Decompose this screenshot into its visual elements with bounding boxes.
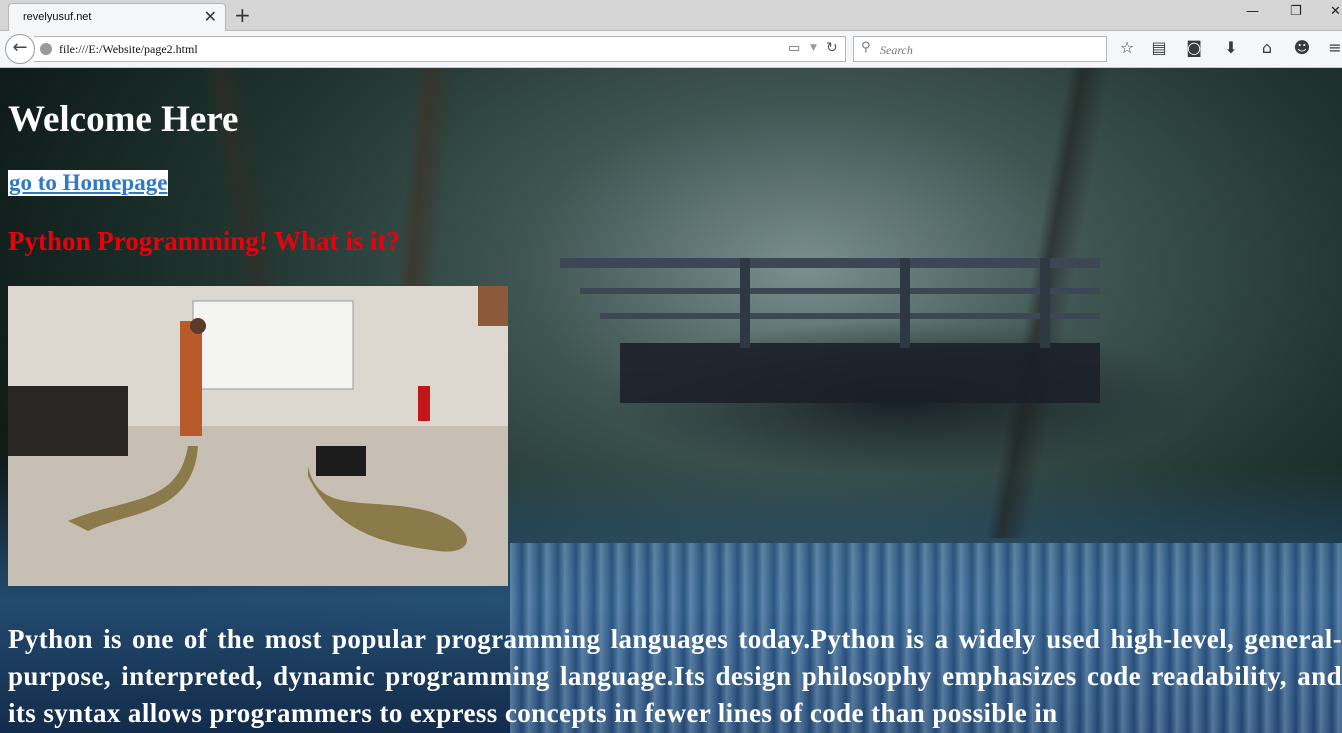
python-classroom-image [8,286,508,586]
close-tab-icon[interactable]: ✕ [204,8,217,26]
restore-icon[interactable]: ❐ [1290,4,1302,19]
address-bar[interactable]: file:///E:/Website/page2.html ▭ ▼ ↻ [34,36,846,62]
new-tab-icon[interactable]: + [234,3,251,27]
hello-icon[interactable]: ☻ [1291,37,1313,59]
description-paragraph: Python is one of the most popular progra… [8,624,1342,728]
tab-active[interactable]: revelyusuf.net ✕ [8,3,226,32]
tab-bar: revelyusuf.net ✕ + — ❐ ✕ [0,0,1342,32]
close-window-icon[interactable]: ✕ [1330,4,1341,19]
nav-bar: file:///E:/Website/page2.html ▭ ▼ ↻ ← ⚲ … [0,31,1342,68]
pocket-icon[interactable]: ◙ [1183,37,1205,59]
section-heading: Python Programming! What is it? [8,226,401,256]
search-bar[interactable]: ⚲ [853,36,1107,62]
page-content: Welcome Here go to Homepage Python Progr… [0,68,1342,733]
tab-title: revelyusuf.net [23,11,92,23]
arrow-left-icon: ← [12,37,28,58]
star-icon[interactable]: ☆ [1116,37,1138,59]
reload-icon[interactable]: ↻ [826,40,838,56]
minimize-icon[interactable]: — [1246,4,1259,19]
search-icon: ⚲ [861,40,871,55]
reading-list-icon[interactable]: ▤ [1148,37,1170,59]
homepage-link[interactable]: go to Homepage [8,170,169,196]
search-input[interactable] [878,40,1102,60]
back-button[interactable]: ← [5,34,35,64]
menu-icon[interactable]: ≡ [1324,37,1342,59]
download-icon[interactable]: ⬇ [1220,37,1242,59]
chevron-down-icon[interactable]: ▼ [810,43,817,53]
reader-view-icon[interactable]: ▭ [788,41,800,56]
home-icon[interactable]: ⌂ [1256,37,1278,59]
page-title: Welcome Here [8,99,239,140]
url-text[interactable]: file:///E:/Website/page2.html [59,42,198,57]
background-bridge [560,258,1100,403]
globe-icon [40,43,52,55]
